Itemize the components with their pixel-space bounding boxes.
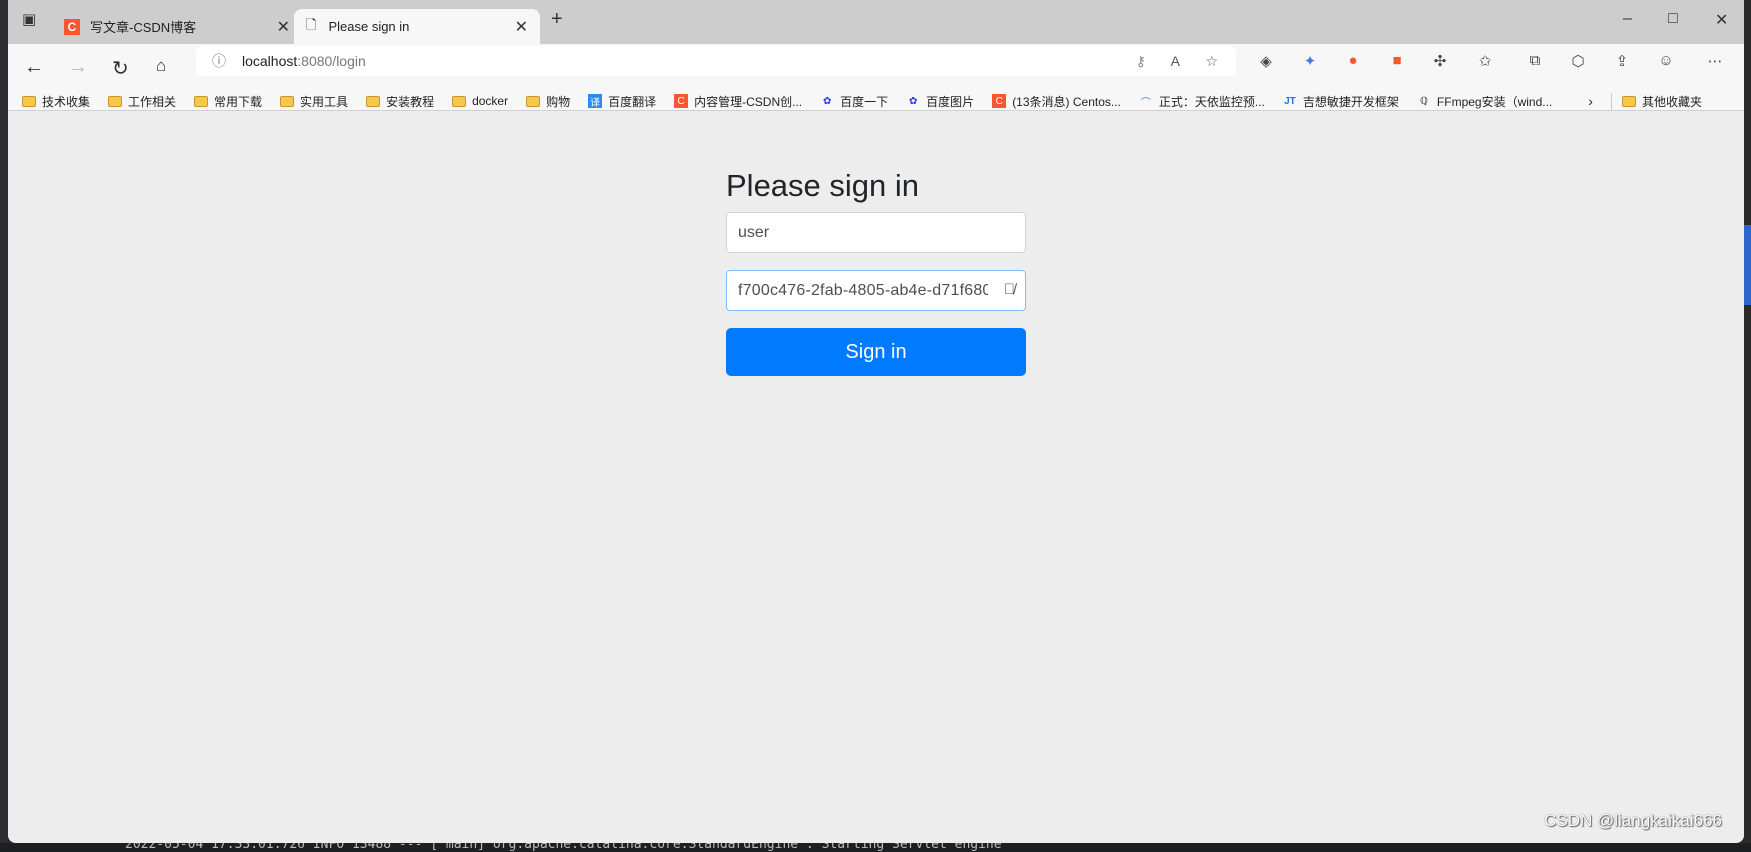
bookmark[interactable]: docker bbox=[452, 94, 508, 108]
folder-icon bbox=[280, 95, 295, 107]
page-icon: 🗋 bbox=[306, 16, 317, 32]
sign-in-button[interactable]: Sign in bbox=[726, 328, 1026, 376]
console-line: 2022-05-04 17:33:01.726 INFO 13488 --- [… bbox=[125, 843, 1002, 852]
favorites-icon[interactable]: ✩ bbox=[1474, 52, 1496, 70]
translate-icon: 译 bbox=[588, 94, 603, 109]
more-menu-icon[interactable]: ⋯ bbox=[1704, 52, 1726, 70]
bookmark[interactable]: 技术收集 bbox=[22, 93, 90, 110]
baidu-paw-icon: ✿ bbox=[908, 95, 918, 107]
ide-background-right bbox=[1743, 225, 1751, 305]
csdn-icon: C bbox=[64, 18, 80, 35]
tab-label: Please sign in bbox=[328, 19, 410, 34]
folder-icon bbox=[1621, 95, 1636, 107]
bookmark[interactable]: 安装教程 bbox=[366, 93, 434, 110]
home-icon[interactable]: ⌂ bbox=[156, 56, 166, 76]
folder-icon bbox=[108, 95, 123, 107]
page-content: Please sign in user f700c476-2fab-4805-a… bbox=[8, 112, 1744, 843]
tab-strip: ▣ C 写文章-CSDN博客 ✕ 🗋 Please sign in ✕ + – … bbox=[8, 0, 1744, 44]
page-title: Please sign in bbox=[726, 168, 920, 203]
folder-icon bbox=[526, 95, 541, 107]
bookmark[interactable]: 译百度翻译 bbox=[588, 93, 656, 110]
tab-label: 写文章-CSDN博客 bbox=[90, 20, 197, 35]
tab-sign-in[interactable]: 🗋 Please sign in ✕ bbox=[294, 9, 540, 44]
csdn-icon: C bbox=[992, 94, 1007, 108]
key-icon[interactable]: ⚷ bbox=[1136, 53, 1146, 70]
ide-console: 2022-05-04 17:33:01.726 INFO 13488 --- [… bbox=[0, 843, 1751, 852]
password-input[interactable]: f700c476-2fab-4805-ab4e-d71f680c 👁̸ bbox=[726, 270, 1026, 311]
share-icon[interactable]: ⇪ bbox=[1611, 52, 1633, 70]
username-input[interactable]: user bbox=[726, 212, 1026, 253]
address-bar[interactable]: ⓘ localhost:8080/login ⚷ A ☆ bbox=[196, 46, 1236, 76]
chevron-right-icon[interactable]: › bbox=[1588, 93, 1593, 109]
bookmark[interactable]: ✿ 百度图片 bbox=[906, 93, 974, 110]
read-aloud-icon[interactable]: A bbox=[1171, 53, 1180, 69]
refresh-icon[interactable]: ↻ bbox=[112, 56, 129, 81]
url-host: localhost bbox=[242, 53, 298, 69]
maximize-button[interactable]: □ bbox=[1668, 10, 1678, 28]
back-icon[interactable]: ← bbox=[24, 56, 44, 79]
close-tab-icon[interactable]: ✕ bbox=[515, 17, 528, 37]
ffmpeg-icon: ℚ bbox=[1419, 95, 1428, 107]
collections-icon[interactable]: ⧉ bbox=[1524, 52, 1546, 69]
folder-icon bbox=[22, 95, 36, 107]
site-icon: ⌒ bbox=[1140, 97, 1151, 109]
extension-icon[interactable]: ◈ bbox=[1255, 52, 1277, 70]
jt-icon: JT bbox=[1284, 95, 1296, 107]
forward-icon[interactable]: → bbox=[68, 56, 88, 79]
close-window-button[interactable]: ✕ bbox=[1715, 10, 1728, 30]
bookmark[interactable]: 购物 bbox=[526, 93, 570, 110]
performance-icon[interactable]: ⬡ bbox=[1567, 52, 1589, 70]
other-bookmarks[interactable]: 其他收藏夹 bbox=[1610, 92, 1702, 110]
bookmark[interactable]: C (13条消息) Centos... bbox=[992, 93, 1121, 110]
baidu-paw-icon: ✿ bbox=[822, 95, 832, 107]
browser-window: ▣ C 写文章-CSDN博客 ✕ 🗋 Please sign in ✕ + – … bbox=[8, 0, 1744, 843]
toolbar: ← → ↻ ⌂ ⓘ localhost:8080/login ⚷ A ☆ ◈ ✦… bbox=[8, 44, 1744, 92]
folder-icon bbox=[452, 95, 467, 107]
extension-g-icon[interactable]: ● bbox=[1342, 52, 1364, 69]
extensions-puzzle-icon[interactable]: ✣ bbox=[1429, 52, 1451, 70]
folder-icon bbox=[366, 95, 381, 107]
watermark: CSDN @liangkaikai666 bbox=[1544, 811, 1722, 830]
close-tab-icon[interactable]: ✕ bbox=[277, 17, 290, 37]
bookmark[interactable]: ⌒ 正式：天依监控预... bbox=[1139, 93, 1265, 110]
bookmark[interactable]: 常用下载 bbox=[194, 93, 262, 110]
minimize-button[interactable]: – bbox=[1623, 10, 1632, 28]
eye-slash-icon[interactable]: 👁̸ bbox=[1004, 281, 1015, 298]
new-tab-button[interactable]: + bbox=[551, 8, 563, 31]
bookmark[interactable]: 工作相关 bbox=[108, 93, 176, 110]
avatar[interactable]: ☺ bbox=[1655, 52, 1677, 69]
folder-icon bbox=[194, 95, 209, 107]
bookmarks-bar: 技术收集 工作相关 常用下载 实用工具 安装教程 docker 购物 译百度翻译… bbox=[8, 92, 1744, 111]
info-icon[interactable]: ⓘ bbox=[212, 51, 226, 71]
extension-bird-icon[interactable]: ✦ bbox=[1299, 52, 1321, 70]
bookmark[interactable]: ✿ 百度一下 bbox=[820, 93, 888, 110]
login-form: Please sign in user f700c476-2fab-4805-a… bbox=[726, 166, 1026, 376]
bookmark[interactable]: 实用工具 bbox=[280, 93, 348, 110]
bookmark[interactable]: C 内容管理-CSDN创... bbox=[674, 93, 802, 110]
add-favorite-icon[interactable]: ☆ bbox=[1205, 53, 1218, 70]
csdn-icon: C bbox=[674, 94, 689, 108]
url-path: :8080/login bbox=[297, 53, 366, 69]
bookmark[interactable]: JT 吉想敏捷开发框架 bbox=[1283, 93, 1399, 110]
extension-json-icon[interactable]: ■ bbox=[1386, 52, 1408, 69]
bookmark[interactable]: ℚ FFmpeg安装（wind... bbox=[1417, 93, 1552, 110]
tab-csdn[interactable]: C 写文章-CSDN博客 ✕ bbox=[52, 9, 302, 44]
tab-actions-icon[interactable]: ▣ bbox=[22, 10, 36, 28]
